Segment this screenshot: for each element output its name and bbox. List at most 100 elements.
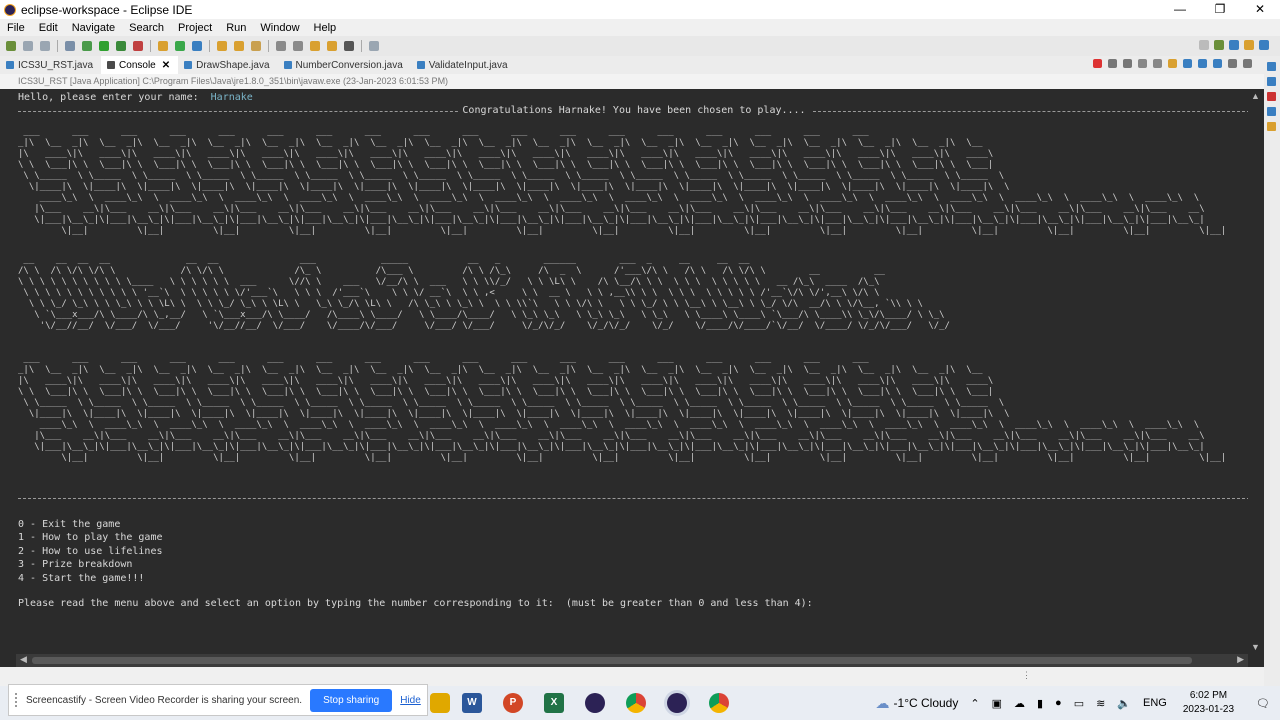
file-explorer-icon[interactable] xyxy=(430,693,450,713)
task-list-icon[interactable] xyxy=(1267,77,1276,86)
new-icon[interactable] xyxy=(6,41,16,51)
minimize-view-icon[interactable] xyxy=(1228,59,1237,68)
eclipse-taskbar-icon[interactable] xyxy=(585,693,605,713)
language-indicator[interactable]: ENG xyxy=(1143,697,1167,709)
open-perspective-icon[interactable] xyxy=(1214,40,1224,50)
location-icon[interactable]: ● xyxy=(1055,697,1062,709)
annotation-icon[interactable] xyxy=(276,41,286,51)
coverage-icon[interactable] xyxy=(116,41,126,51)
wifi-icon[interactable]: ≋ xyxy=(1096,697,1105,710)
problems-icon[interactable] xyxy=(1267,92,1276,101)
menu-file[interactable]: File xyxy=(0,22,32,34)
next-edit-icon[interactable] xyxy=(344,41,354,51)
outline-icon[interactable] xyxy=(1267,62,1276,71)
java-file-icon xyxy=(6,61,14,69)
declaration-icon[interactable] xyxy=(1267,122,1276,131)
scrollbar-thumb[interactable] xyxy=(32,657,1192,664)
clock[interactable]: 6:02 PM 2023-01-23 xyxy=(1183,689,1234,717)
cloud-icon: ☁ xyxy=(875,694,890,711)
java-perspective-icon[interactable] xyxy=(1229,40,1239,50)
menu-search[interactable]: Search xyxy=(122,22,171,34)
clock-time: 6:02 PM xyxy=(1189,690,1228,701)
open-type-icon[interactable] xyxy=(217,41,227,51)
save-all-icon[interactable] xyxy=(40,41,50,51)
scroll-lock-icon[interactable] xyxy=(1153,59,1162,68)
meet-now-icon[interactable]: ▣ xyxy=(992,697,1002,710)
word-wrap-icon[interactable] xyxy=(1168,59,1177,68)
pin-console-icon[interactable] xyxy=(1183,59,1192,68)
menu-help[interactable]: Help xyxy=(307,22,344,34)
taskbar-app-excel[interactable]: X xyxy=(544,693,564,713)
minimize-button[interactable]: — xyxy=(1160,0,1200,19)
horizontal-scrollbar[interactable]: ◀ ▶ xyxy=(16,654,1248,667)
word-icon: W xyxy=(462,693,482,713)
drag-handle-icon[interactable] xyxy=(15,693,20,707)
taskbar-app-powerpoint[interactable]: P xyxy=(503,693,523,713)
new-class-icon[interactable] xyxy=(192,41,202,51)
forward-arrow-icon[interactable] xyxy=(327,41,337,51)
notifications-icon[interactable]: 🗨 xyxy=(1256,697,1270,710)
vertical-scrollbar[interactable]: ▲ ▼ xyxy=(1248,89,1264,654)
tab-validateinput[interactable]: ValidateInput.java xyxy=(411,56,516,74)
pin-icon[interactable] xyxy=(293,41,303,51)
menu-run[interactable]: Run xyxy=(219,22,253,34)
onedrive-icon[interactable]: ☁ xyxy=(1014,697,1025,710)
scroll-left-icon[interactable]: ◀ xyxy=(20,654,27,665)
clear-console-icon[interactable] xyxy=(1138,59,1147,68)
weather-text[interactable]: -1°C Cloudy xyxy=(894,696,959,710)
prompt-text: Hello, please enter your name: xyxy=(18,92,211,103)
remove-launch-icon[interactable] xyxy=(1108,59,1117,68)
tab-label: ICS3U_RST.java xyxy=(18,59,94,71)
scroll-right-icon[interactable]: ▶ xyxy=(1237,654,1244,665)
tab-numberconversion[interactable]: NumberConversion.java xyxy=(278,56,411,74)
tab-drawshape[interactable]: DrawShape.java xyxy=(178,56,277,74)
chrome-icon[interactable] xyxy=(626,693,646,713)
tab-console[interactable]: Console ✕ xyxy=(101,56,179,74)
usb-icon[interactable]: ▮ xyxy=(1037,697,1043,710)
battery-icon[interactable]: ▭ xyxy=(1074,697,1084,710)
taskbar-app-word[interactable]: W xyxy=(462,693,482,713)
right-trim-bar xyxy=(1264,56,1280,686)
console-output[interactable]: Hello, please enter your name: Harnake C… xyxy=(0,89,1264,654)
name-prompt: Hello, please enter your name: Harnake xyxy=(18,92,253,104)
search-icon[interactable] xyxy=(1199,40,1209,50)
open-console-icon[interactable] xyxy=(1213,59,1222,68)
save-icon[interactable] xyxy=(23,41,33,51)
menu-navigate[interactable]: Navigate xyxy=(65,22,122,34)
run-icon[interactable] xyxy=(99,41,109,51)
tab-ics3u-rst[interactable]: ICS3U_RST.java xyxy=(0,56,101,74)
window-title: eclipse-workspace - Eclipse IDE xyxy=(21,2,193,17)
volume-icon[interactable]: 🔈 xyxy=(1117,697,1131,710)
new-java-project-icon[interactable] xyxy=(158,41,168,51)
back-arrow-icon[interactable] xyxy=(310,41,320,51)
close-icon[interactable]: ✕ xyxy=(162,60,170,71)
debug-perspective-icon[interactable] xyxy=(1244,40,1254,50)
display-console-icon[interactable] xyxy=(1198,59,1207,68)
stop-sharing-button[interactable]: Stop sharing xyxy=(310,688,393,712)
chrome-icon-2[interactable] xyxy=(709,693,729,713)
open-task-icon[interactable] xyxy=(234,41,244,51)
maximize-view-icon[interactable] xyxy=(1243,59,1252,68)
new-package-icon[interactable] xyxy=(175,41,185,51)
maximize-button[interactable]: ❐ xyxy=(1200,0,1240,19)
toolbar-separator xyxy=(150,40,151,52)
remove-all-icon[interactable] xyxy=(1123,59,1132,68)
javadoc-icon[interactable] xyxy=(1267,107,1276,116)
debug-icon[interactable] xyxy=(82,41,92,51)
tab-label: ValidateInput.java xyxy=(428,59,508,71)
menu-project[interactable]: Project xyxy=(171,22,219,34)
terminate-icon[interactable] xyxy=(1093,59,1102,68)
eclipse-active-taskbar-icon[interactable] xyxy=(667,693,687,713)
menu-edit[interactable]: Edit xyxy=(32,22,65,34)
git-perspective-icon[interactable] xyxy=(1259,40,1269,50)
hide-link[interactable]: Hide xyxy=(400,695,421,706)
close-button[interactable]: ✕ xyxy=(1240,0,1280,19)
search-toolbar-icon[interactable] xyxy=(251,41,261,51)
menu-window[interactable]: Window xyxy=(253,22,306,34)
external-tools-icon[interactable] xyxy=(133,41,143,51)
chevron-up-icon[interactable]: ⌃ xyxy=(970,697,979,710)
terminal-icon[interactable] xyxy=(369,41,379,51)
skip-breakpoints-icon[interactable] xyxy=(65,41,75,51)
scroll-down-icon[interactable]: ▼ xyxy=(1251,642,1260,652)
scroll-up-icon[interactable]: ▲ xyxy=(1251,91,1260,101)
